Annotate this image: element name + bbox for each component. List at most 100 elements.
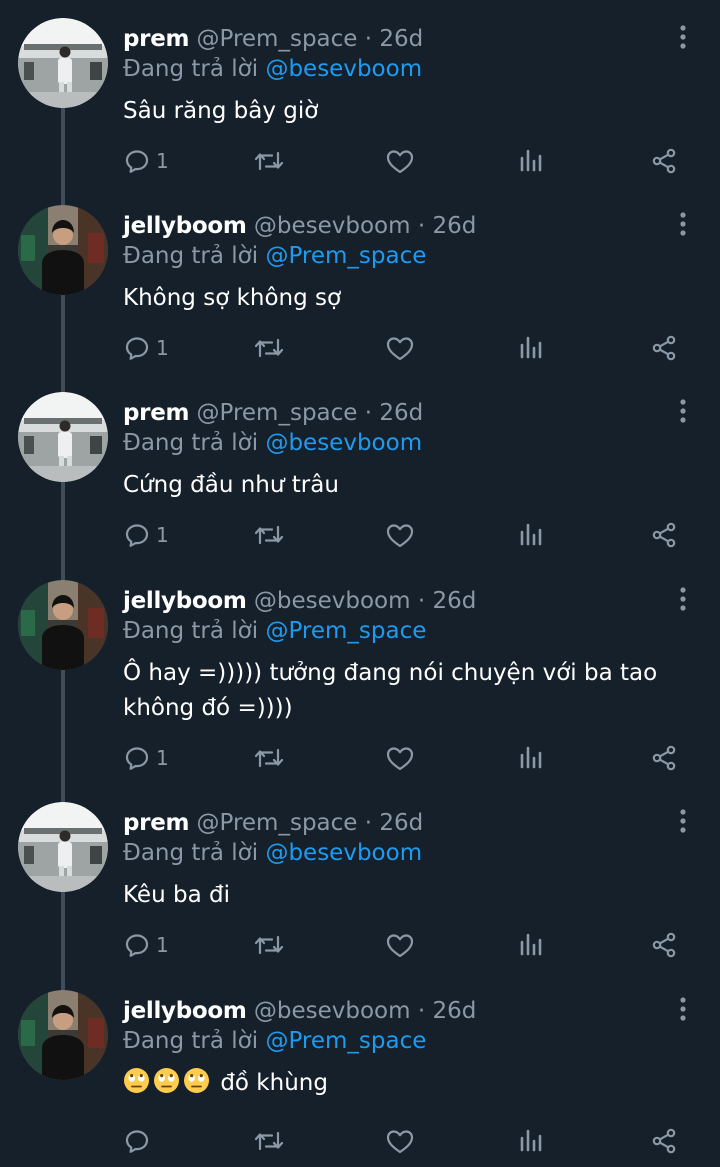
more-icon[interactable] xyxy=(672,22,694,52)
timestamp[interactable]: 26d xyxy=(379,400,423,426)
display-name[interactable]: jellyboom xyxy=(123,588,247,614)
user-handle[interactable]: @Prem_space xyxy=(196,400,357,426)
reply-button[interactable]: 1 xyxy=(123,738,169,778)
reply-thread: prem @Prem_space · 26d Đang trả lời @bes… xyxy=(0,0,720,1167)
like-button[interactable] xyxy=(385,328,415,368)
separator-dot: · xyxy=(417,213,426,239)
reply-prefix: Đang trả lời xyxy=(123,618,259,644)
more-icon[interactable] xyxy=(672,584,694,614)
reply-icon xyxy=(123,521,151,549)
more-icon[interactable] xyxy=(672,806,694,836)
views-button[interactable] xyxy=(519,925,545,965)
reply-button[interactable] xyxy=(123,1121,151,1161)
reply-mention[interactable]: @besevboom xyxy=(265,56,422,82)
display-name[interactable]: jellyboom xyxy=(123,213,247,239)
reply-mention[interactable]: @besevboom xyxy=(265,840,422,866)
views-icon xyxy=(519,931,545,959)
more-icon[interactable] xyxy=(672,396,694,426)
retweet-button[interactable] xyxy=(253,925,285,965)
share-button[interactable] xyxy=(650,738,678,778)
like-button[interactable] xyxy=(385,141,415,181)
timestamp[interactable]: 26d xyxy=(432,588,476,614)
reply-mention[interactable]: @Prem_space xyxy=(265,243,426,269)
user-handle[interactable]: @besevboom xyxy=(254,588,411,614)
user-handle[interactable]: @Prem_space xyxy=(196,810,357,836)
reply-icon xyxy=(123,1127,151,1155)
tweet-text-content: Kêu ba đi xyxy=(123,882,230,908)
rolling-eyes-emoji xyxy=(123,1067,150,1094)
retweet-icon xyxy=(253,931,285,959)
more-icon[interactable] xyxy=(672,994,694,1024)
like-icon xyxy=(385,744,415,772)
tweet-header: jellyboom @besevboom · 26d xyxy=(123,996,476,1026)
tweet-actions: 1 xyxy=(0,328,720,368)
reply-button[interactable]: 1 xyxy=(123,515,169,555)
like-button[interactable] xyxy=(385,515,415,555)
display-name[interactable]: prem xyxy=(123,400,189,426)
user-handle[interactable]: @besevboom xyxy=(254,213,411,239)
avatar[interactable] xyxy=(18,802,108,892)
avatar[interactable] xyxy=(18,580,108,670)
tweet[interactable]: jellyboom @besevboom · 26d Đang trả lời … xyxy=(0,562,720,784)
views-icon xyxy=(519,334,545,362)
share-button[interactable] xyxy=(650,925,678,965)
user-handle[interactable]: @besevboom xyxy=(254,998,411,1024)
share-button[interactable] xyxy=(650,515,678,555)
timestamp[interactable]: 26d xyxy=(379,26,423,52)
reply-button[interactable]: 1 xyxy=(123,925,169,965)
display-name[interactable]: jellyboom xyxy=(123,998,247,1024)
display-name[interactable]: prem xyxy=(123,26,189,52)
timestamp[interactable]: 26d xyxy=(379,810,423,836)
like-button[interactable] xyxy=(385,1121,415,1161)
tweet[interactable]: prem @Prem_space · 26d Đang trả lời @bes… xyxy=(0,374,720,561)
share-button[interactable] xyxy=(650,1121,678,1161)
share-button[interactable] xyxy=(650,328,678,368)
retweet-icon xyxy=(253,147,285,175)
retweet-button[interactable] xyxy=(253,738,285,778)
retweet-button[interactable] xyxy=(253,515,285,555)
reply-prefix: Đang trả lời xyxy=(123,56,259,82)
reply-mention[interactable]: @Prem_space xyxy=(265,618,426,644)
tweet-text-content: Cứng đầu như trâu xyxy=(123,472,339,498)
retweet-button[interactable] xyxy=(253,141,285,181)
tweet[interactable]: prem @Prem_space · 26d Đang trả lời @bes… xyxy=(0,0,720,187)
like-button[interactable] xyxy=(385,738,415,778)
avatar[interactable] xyxy=(18,205,108,295)
avatar[interactable] xyxy=(18,990,108,1080)
retweet-button[interactable] xyxy=(253,328,285,368)
reply-button[interactable]: 1 xyxy=(123,141,169,181)
views-icon xyxy=(519,521,545,549)
reply-icon xyxy=(123,744,151,772)
avatar[interactable] xyxy=(18,18,108,108)
tweet[interactable]: jellyboom @besevboom · 26d Đang trả lời … xyxy=(0,187,720,374)
tweet[interactable]: jellyboom @besevboom · 26d Đang trả lời … xyxy=(0,972,720,1167)
reply-mention[interactable]: @besevboom xyxy=(265,430,422,456)
views-button[interactable] xyxy=(519,515,545,555)
tweet-header: jellyboom @besevboom · 26d xyxy=(123,211,476,241)
user-handle[interactable]: @Prem_space xyxy=(196,26,357,52)
tweet-header: prem @Prem_space · 26d xyxy=(123,398,423,428)
display-name[interactable]: prem xyxy=(123,810,189,836)
retweet-icon xyxy=(253,334,285,362)
share-button[interactable] xyxy=(650,141,678,181)
reply-mention[interactable]: @Prem_space xyxy=(265,1028,426,1054)
views-button[interactable] xyxy=(519,141,545,181)
views-icon xyxy=(519,1127,545,1155)
avatar[interactable] xyxy=(18,392,108,482)
tweet-text: Không sợ không sợ xyxy=(123,281,693,316)
tweet-text: Ô hay =))))) tưởng đang nói chuyện với b… xyxy=(123,656,693,726)
reply-button[interactable]: 1 xyxy=(123,328,169,368)
tweet-actions: 1 xyxy=(0,141,720,181)
views-button[interactable] xyxy=(519,738,545,778)
views-button[interactable] xyxy=(519,328,545,368)
views-button[interactable] xyxy=(519,1121,545,1161)
more-icon[interactable] xyxy=(672,209,694,239)
tweet-header: prem @Prem_space · 26d xyxy=(123,24,423,54)
like-button[interactable] xyxy=(385,925,415,965)
reply-count: 1 xyxy=(156,933,169,957)
timestamp[interactable]: 26d xyxy=(432,213,476,239)
tweet-actions xyxy=(0,1121,720,1161)
timestamp[interactable]: 26d xyxy=(432,998,476,1024)
retweet-button[interactable] xyxy=(253,1121,285,1161)
tweet[interactable]: prem @Prem_space · 26d Đang trả lời @bes… xyxy=(0,784,720,971)
